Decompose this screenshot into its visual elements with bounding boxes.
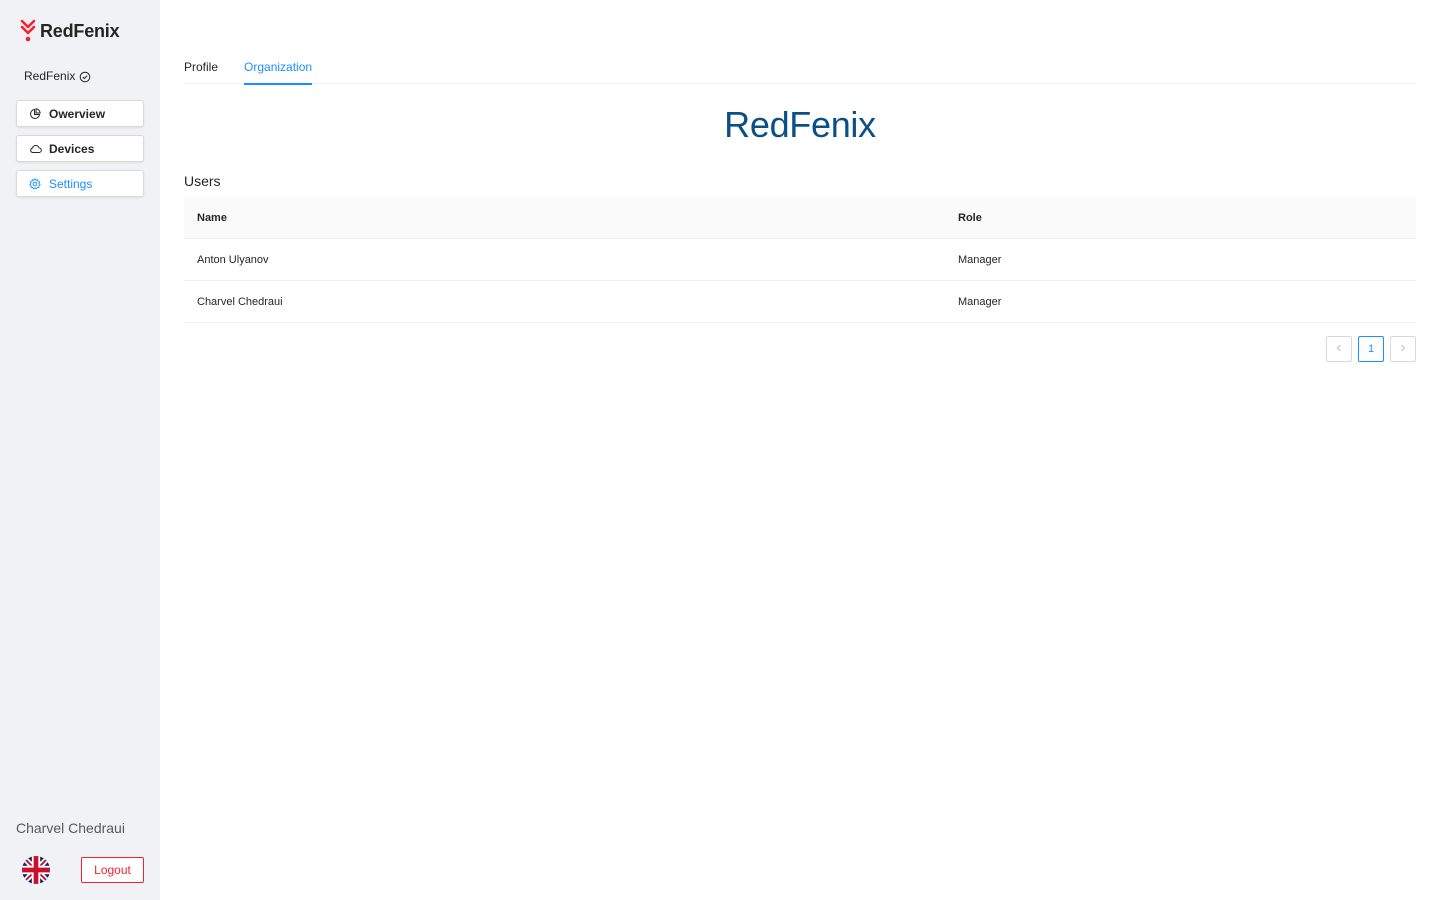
user-name-cell: Anton Ulyanov [197,253,269,266]
current-user-name: Charvel Chedraui [16,820,125,836]
table-header-row: Name Role [184,197,1416,239]
sidebar-item-label: Owerview [49,106,106,121]
user-role-cell: Manager [958,253,1002,266]
chevron-right-icon [1399,343,1407,355]
redfenix-logo-icon [20,19,36,43]
organization-title: RedFenix [724,104,876,145]
brand-name: RedFenix [40,20,120,41]
org-selector[interactable]: RedFenix [24,68,91,84]
sidebar-item-settings[interactable]: Settings [16,170,144,197]
chevron-left-icon [1335,343,1343,355]
users-table: Name Role Anton Ulyanov Manager Charvel … [184,197,1416,323]
column-header-name[interactable]: Name [184,212,945,224]
check-circle-icon [79,70,91,83]
sidebar-item-label: Devices [49,141,95,156]
tab-profile[interactable]: Profile [184,52,218,84]
pagination-next-button[interactable] [1390,336,1416,362]
settings-tabs: Profile Organization [184,52,1416,85]
table-row[interactable]: Charvel Chedraui Manager [184,281,1416,323]
pie-chart-icon [28,107,42,121]
brand[interactable]: RedFenix [20,18,120,44]
org-name: RedFenix [24,69,76,83]
sidebar-nav: Owerview Devices Settings [16,100,144,205]
pagination-prev-button[interactable] [1326,336,1352,362]
gear-icon [28,177,42,191]
users-section-title: Users [184,173,221,189]
sidebar-item-label: Settings [49,176,93,191]
logout-button[interactable]: Logout [81,857,144,883]
pagination-page-button[interactable]: 1 [1358,336,1384,362]
sidebar-item-overview[interactable]: Owerview [16,100,144,127]
pagination: 1 [1320,336,1416,362]
column-header-role[interactable]: Role [945,212,1416,224]
sidebar: RedFenix RedFenix Owerview Devices Setti… [0,0,160,900]
uk-flag-icon[interactable] [22,856,50,884]
main-content: Profile Organization RedFenix Users Name… [184,0,1416,900]
user-name-cell: Charvel Chedraui [197,295,283,308]
cloud-icon [28,142,42,156]
sidebar-item-devices[interactable]: Devices [16,135,144,162]
tab-organization[interactable]: Organization [244,52,313,85]
table-row[interactable]: Anton Ulyanov Manager [184,239,1416,281]
user-role-cell: Manager [958,295,1002,308]
